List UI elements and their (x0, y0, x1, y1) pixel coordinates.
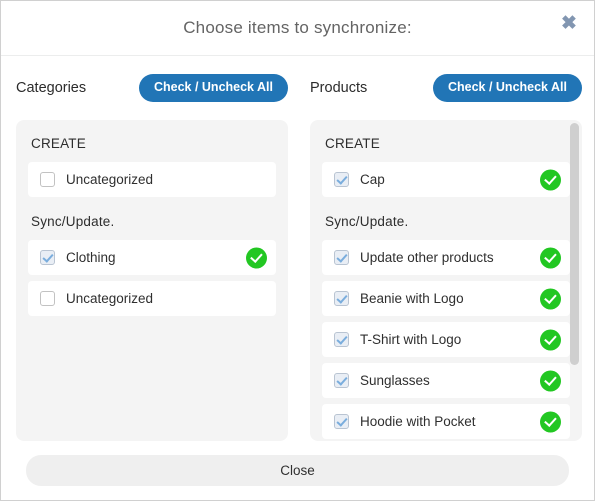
categories-section-sync-label: Sync/Update. (31, 214, 115, 229)
categories-title: Categories (16, 80, 87, 96)
products-title: Products (310, 80, 368, 96)
success-check-icon (540, 288, 561, 309)
list-item-label: Uncategorized (66, 291, 154, 306)
success-check-icon (540, 329, 561, 350)
list-item[interactable]: Update other products (322, 240, 570, 275)
categories-column-header: Categories Check / Uncheck All (16, 56, 288, 120)
list-item[interactable]: Clothing (28, 240, 276, 275)
list-item[interactable]: Hoodie with Pocket (322, 404, 570, 439)
list-item-label: Clothing (66, 250, 116, 265)
products-section-create-label: CREATE (325, 136, 380, 151)
products-scrollbar-thumb[interactable] (570, 123, 579, 365)
products-scrollbar[interactable] (570, 123, 579, 438)
list-item[interactable]: Cap (322, 162, 570, 197)
checkbox-icon[interactable] (40, 291, 55, 306)
list-item[interactable]: Uncategorized (28, 281, 276, 316)
dialog-title: Choose items to synchronize: (183, 18, 412, 37)
close-icon[interactable]: ✖ (558, 12, 580, 34)
categories-list: CREATE Uncategorized Sync/Update. Clothi… (16, 120, 288, 441)
list-item[interactable]: Sunglasses (322, 363, 570, 398)
checkbox-icon[interactable] (334, 332, 349, 347)
dialog-body: Categories Check / Uncheck All CREATE Un… (1, 56, 594, 441)
products-panel: CREATE Cap Sync/Update. Update other pro… (310, 120, 582, 441)
synchronize-dialog: Choose items to synchronize: ✖ Categorie… (0, 0, 595, 501)
checkbox-icon[interactable] (334, 250, 349, 265)
dialog-header: Choose items to synchronize: ✖ (1, 1, 594, 56)
success-check-icon (540, 169, 561, 190)
checkbox-icon[interactable] (334, 291, 349, 306)
products-check-uncheck-all-button[interactable]: Check / Uncheck All (432, 74, 582, 102)
list-item-label: Hoodie with Pocket (360, 414, 476, 429)
checkbox-icon[interactable] (40, 172, 55, 187)
products-column-header: Products Check / Uncheck All (310, 56, 582, 120)
categories-panel: CREATE Uncategorized Sync/Update. Clothi… (16, 120, 288, 441)
products-section-sync-label: Sync/Update. (325, 214, 409, 229)
columns-container: Categories Check / Uncheck All CREATE Un… (16, 56, 582, 441)
list-item[interactable]: Uncategorized (28, 162, 276, 197)
list-item-label: Beanie with Logo (360, 291, 464, 306)
list-item-label: Uncategorized (66, 172, 154, 187)
list-item-label: Sunglasses (360, 373, 430, 388)
checkbox-icon[interactable] (334, 172, 349, 187)
success-check-icon (540, 370, 561, 391)
success-check-icon (540, 411, 561, 432)
checkbox-icon[interactable] (40, 250, 55, 265)
success-check-icon (540, 247, 561, 268)
categories-check-uncheck-all-button[interactable]: Check / Uncheck All (138, 74, 288, 102)
checkbox-icon[interactable] (334, 373, 349, 388)
list-item[interactable]: Beanie with Logo (322, 281, 570, 316)
categories-column: Categories Check / Uncheck All CREATE Un… (16, 56, 288, 441)
categories-section-create-label: CREATE (31, 136, 86, 151)
list-item-label: T-Shirt with Logo (360, 332, 462, 347)
products-list: CREATE Cap Sync/Update. Update other pro… (310, 120, 582, 441)
dialog-footer: Close (1, 441, 594, 500)
checkbox-icon[interactable] (334, 414, 349, 429)
list-item-label: Cap (360, 172, 385, 187)
close-button[interactable]: Close (26, 455, 569, 486)
products-column: Products Check / Uncheck All CREATE Cap … (310, 56, 582, 441)
list-item[interactable]: T-Shirt with Logo (322, 322, 570, 357)
list-item-label: Update other products (360, 250, 494, 265)
success-check-icon (246, 247, 267, 268)
